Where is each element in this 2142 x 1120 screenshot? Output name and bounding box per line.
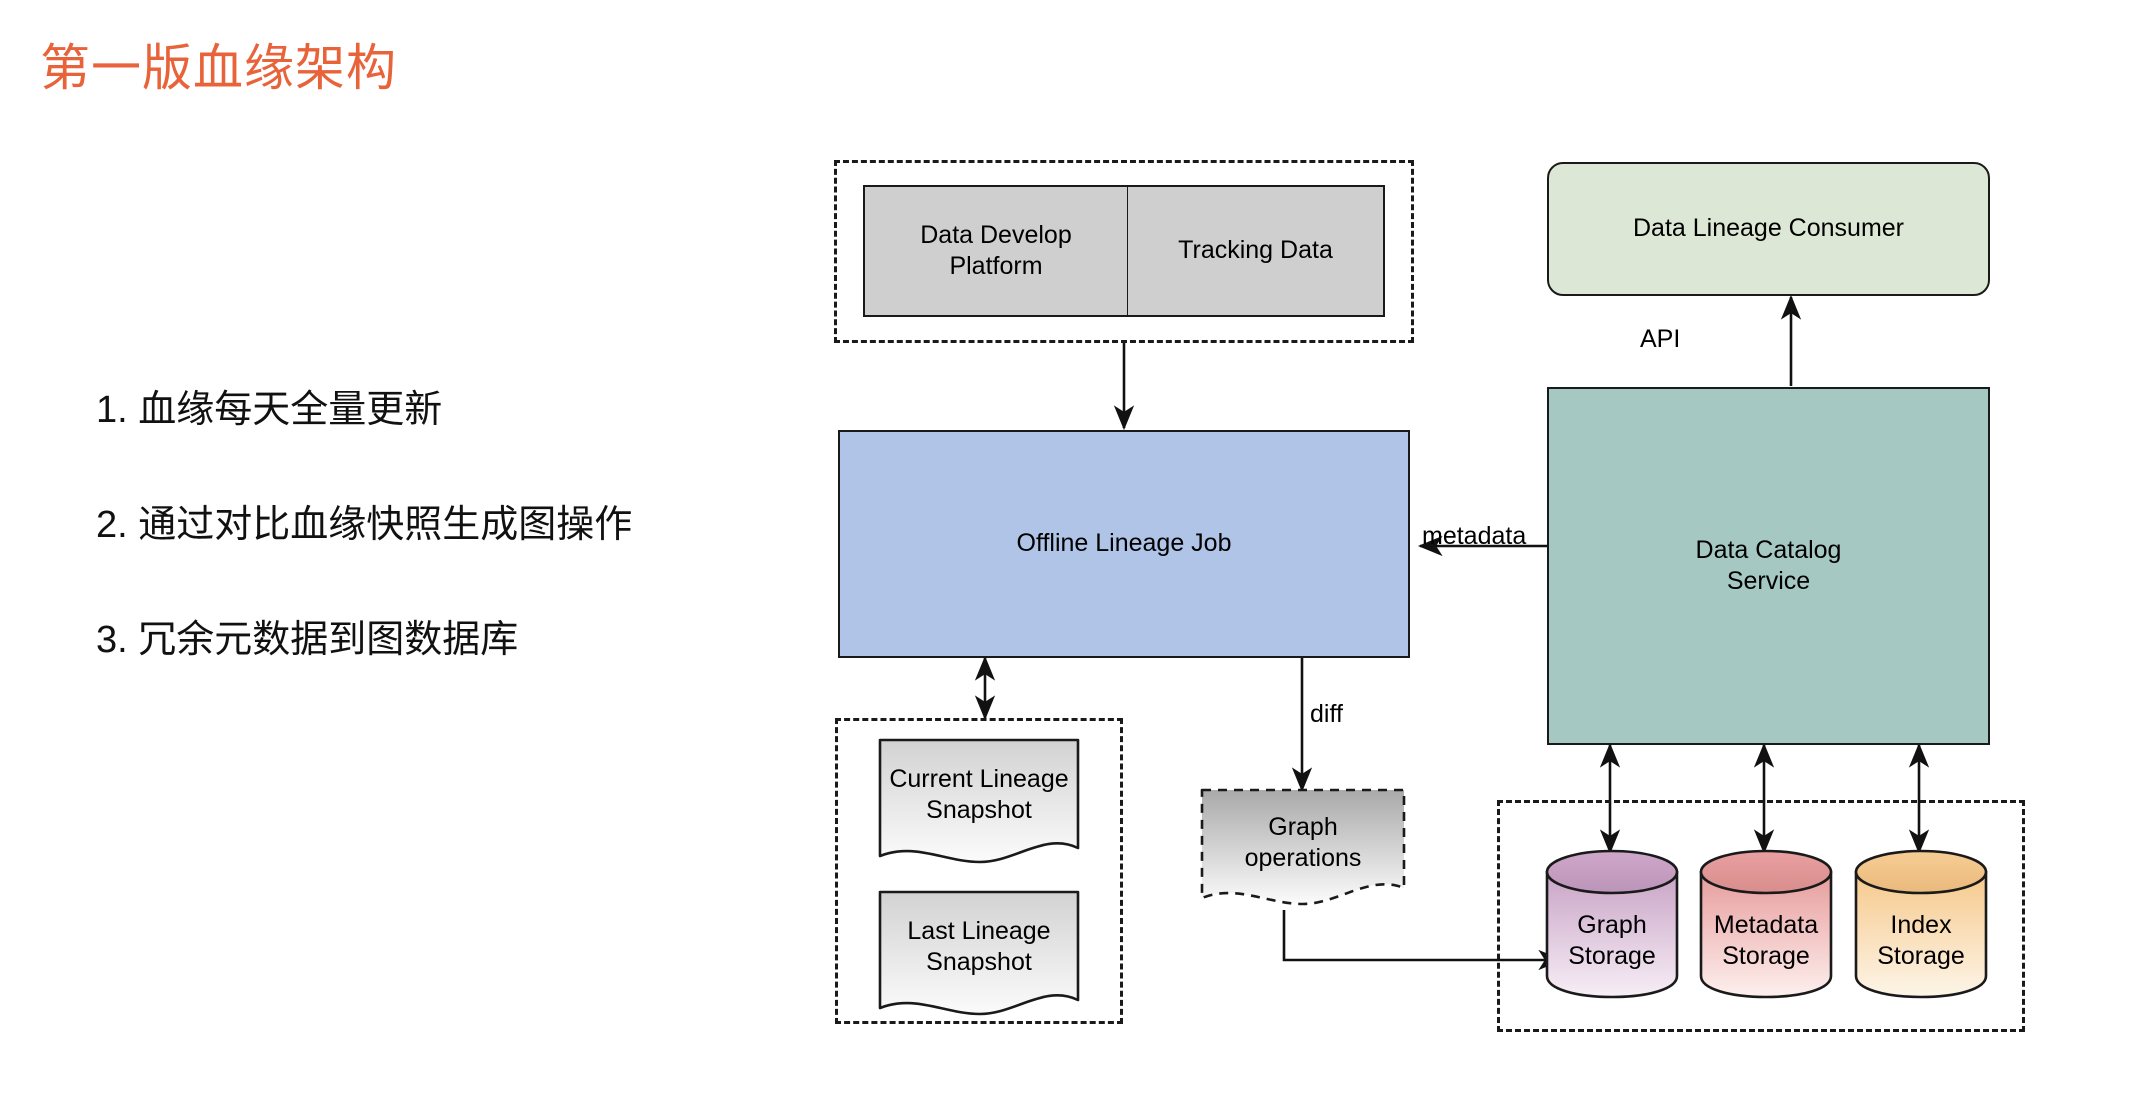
architecture-diagram: Data Develop Platform Tracking Data Offl…	[0, 0, 2142, 1120]
edge-label-metadata: metadata	[1422, 522, 1527, 550]
node-metadata-storage[interactable]: Metadata Storage	[1699, 848, 1833, 1000]
node-last-lineage-snapshot[interactable]: Last Lineage Snapshot	[870, 890, 1088, 1020]
node-data-catalog-service[interactable]: Data Catalog Service	[1547, 387, 1990, 745]
edge-label-diff: diff	[1310, 700, 1343, 728]
node-data-lineage-consumer[interactable]: Data Lineage Consumer	[1547, 162, 1990, 296]
edge-label-api: API	[1640, 325, 1681, 353]
node-offline-lineage-job[interactable]: Offline Lineage Job	[838, 430, 1410, 658]
node-graph-storage[interactable]: Graph Storage	[1545, 848, 1679, 1000]
node-data-develop-platform[interactable]: Data Develop Platform	[863, 185, 1128, 317]
node-current-lineage-snapshot[interactable]: Current Lineage Snapshot	[870, 738, 1088, 868]
node-graph-operations[interactable]: Graph operations	[1192, 788, 1414, 910]
node-tracking-data[interactable]: Tracking Data	[1128, 185, 1385, 317]
node-index-storage[interactable]: Index Storage	[1854, 848, 1988, 1000]
